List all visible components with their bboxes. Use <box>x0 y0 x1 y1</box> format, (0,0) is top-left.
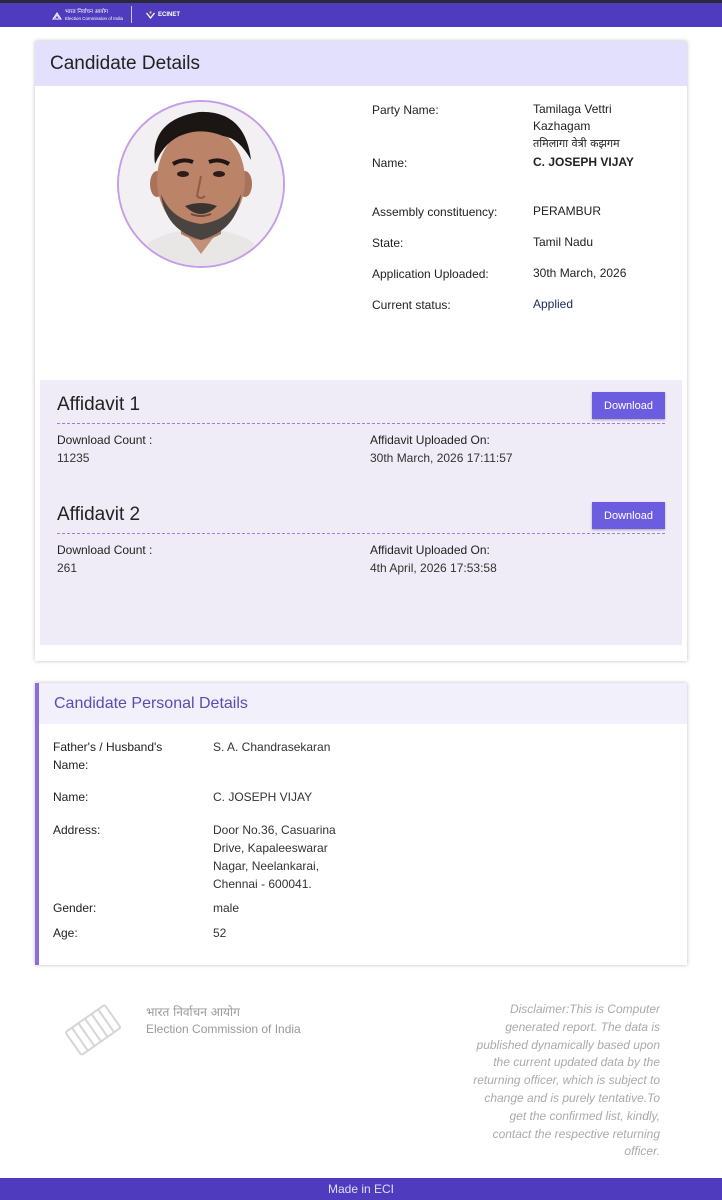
candidate-details-title: Candidate Details <box>50 52 200 74</box>
eci-logo-icon <box>52 11 62 19</box>
candidate-details-card: Candidate Details Party Name: Tamilaga V… <box>35 41 687 661</box>
footer-eci-hindi: भारत निर्वाचन आयोग <box>146 1005 240 1019</box>
application-uploaded-value: 30th March, 2026 <box>533 266 627 280</box>
age-label: Age: <box>53 926 78 940</box>
age-value: 52 <box>213 926 227 940</box>
affidavit-2-divider <box>57 533 665 534</box>
affidavit-2-uploaded-label: Affidavit Uploaded On: <box>370 543 490 557</box>
affidavit-2-count-label: Download Count : <box>57 543 153 557</box>
candidate-details-header: Candidate Details <box>35 41 687 86</box>
address-line: Drive, Kapaleeswarar <box>213 841 328 855</box>
footer-eci-english: Election Commission of India <box>146 1022 301 1036</box>
state-label: State: <box>372 236 404 250</box>
candidate-photo <box>117 100 285 268</box>
address-label: Address: <box>53 823 101 837</box>
ecinet-label: ECINET <box>158 12 181 18</box>
top-header-bar: भारत निर्वाचन आयोग Election Commission o… <box>0 0 722 27</box>
party-name-line-2: Kazhagam <box>533 119 591 133</box>
affidavits-panel: Affidavit 1 Download Download Count : 11… <box>40 380 682 645</box>
address-line: Door No.36, Casuarina <box>213 823 336 837</box>
father-name-label-line-1: Father's / Husband's <box>53 740 163 754</box>
party-name-line-1: Tamilaga Vettri <box>533 102 612 116</box>
application-uploaded-label: Application Uploaded: <box>372 267 489 281</box>
affidavit-2-title: Affidavit 2 <box>57 504 141 525</box>
ecinet-brand-link[interactable]: ECINET <box>146 11 180 19</box>
eci-footer-logo-icon <box>65 1004 121 1056</box>
eci-brand-link[interactable]: भारत निर्वाचन आयोग Election Commission o… <box>52 9 124 21</box>
personal-details-card: Candidate Personal Details Father's / Hu… <box>35 683 687 965</box>
constituency-label: Assembly constituency: <box>372 205 498 219</box>
affidavit-1-download-button[interactable]: Download <box>592 392 665 419</box>
address-line: Chennai - 600041. <box>213 877 312 891</box>
father-name-value: S. A. Chandrasekaran <box>213 740 331 754</box>
father-name-label: Father's / Husband's Name: <box>53 738 162 774</box>
party-name-hindi: तमिलागा वेत्री कझगम <box>533 137 620 150</box>
name-label: Name: <box>372 156 408 170</box>
candidate-portrait-image <box>119 102 283 266</box>
gender-label: Gender: <box>53 901 97 915</box>
header-divider <box>131 6 132 23</box>
party-name-value: Tamilaga Vettri Kazhagam तमिलागा वेत्री … <box>533 101 653 152</box>
eci-english-label: Election Commission of India <box>65 15 124 21</box>
ecinet-logo-icon <box>146 11 155 19</box>
personal-details-header: Candidate Personal Details <box>39 683 687 724</box>
affidavit-1-uploaded-label: Affidavit Uploaded On: <box>370 433 490 447</box>
personal-details-title: Candidate Personal Details <box>54 694 248 712</box>
personal-name-value: C. JOSEPH VIJAY <box>213 790 313 804</box>
address-value: Door No.36, Casuarina Drive, Kapaleeswar… <box>213 821 353 893</box>
address-line: Nagar, Neelankarai, <box>213 859 320 873</box>
constituency-value: PERAMBUR <box>533 204 602 218</box>
affidavit-1-uploaded-value: 30th March, 2026 17:11:57 <box>370 451 513 465</box>
affidavit-1-count-label: Download Count : <box>57 433 153 447</box>
disclaimer-text: Disclaimer:This is Computer generated re… <box>473 1002 660 1159</box>
current-status-value: Applied <box>533 297 574 311</box>
eci-hindi-label: भारत निर्वाचन आयोग <box>65 9 109 15</box>
gender-value: male <box>213 901 240 915</box>
affidavit-2-count-value: 261 <box>57 561 78 575</box>
made-in-eci-bar: Made in ECI <box>0 1178 722 1200</box>
state-value: Tamil Nadu <box>533 235 594 249</box>
name-value: C. JOSEPH VIJAY <box>533 155 634 169</box>
father-name-label-line-2: Name: <box>53 758 89 772</box>
affidavit-2-download-button[interactable]: Download <box>592 502 665 529</box>
affidavit-1-title: Affidavit 1 <box>57 394 141 415</box>
party-name-label: Party Name: <box>372 103 439 117</box>
personal-name-label: Name: <box>53 790 89 804</box>
affidavit-2-uploaded-value: 4th April, 2026 17:53:58 <box>370 561 497 575</box>
current-status-label: Current status: <box>372 298 451 312</box>
affidavit-1-divider <box>57 423 665 424</box>
affidavit-1-count-value: 11235 <box>57 451 90 465</box>
